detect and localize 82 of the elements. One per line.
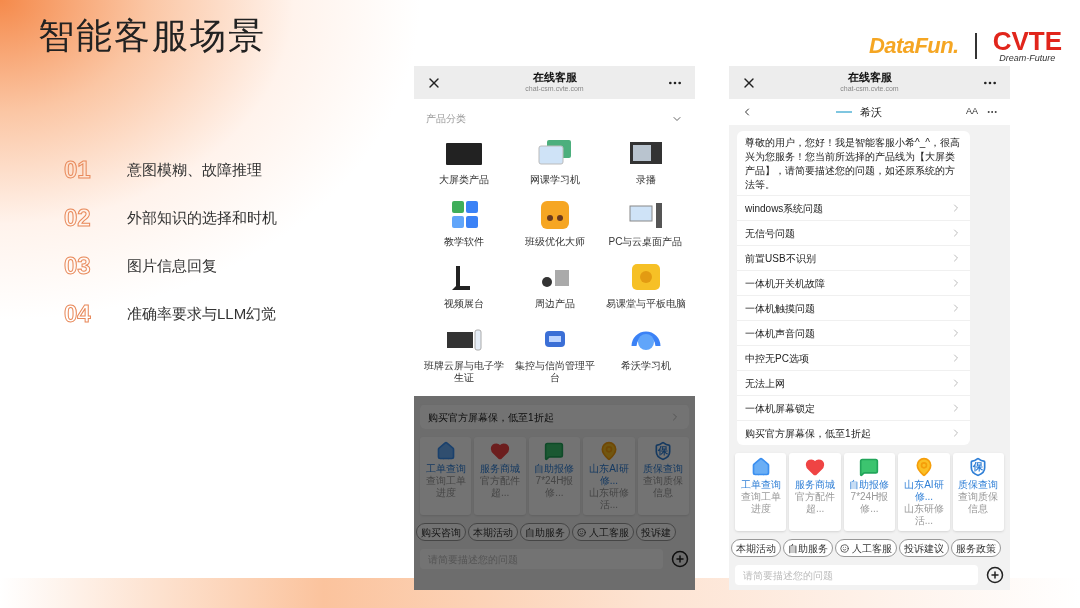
question-option[interactable]: 购买官方屏幕保，低至1折起 xyxy=(737,420,970,445)
header-title: 在线客服 xyxy=(532,71,577,85)
service-card[interactable]: 自助报修 7*24H报修... xyxy=(843,453,896,531)
quick-reply-chip[interactable]: 购买咨询 xyxy=(416,523,466,541)
question-option[interactable]: 购买官方屏幕保，低至1折起 xyxy=(420,404,689,429)
house-icon xyxy=(435,441,456,461)
service-title: 自助报修 xyxy=(534,463,575,475)
point-text: 意图模糊、故障推理 xyxy=(127,159,262,180)
shield-icon: 保 xyxy=(968,457,989,477)
plus-icon[interactable] xyxy=(986,566,1004,584)
category-item[interactable]: 易课堂与平板电脑 xyxy=(600,262,691,310)
point-text: 图片信息回复 xyxy=(127,255,217,276)
question-option[interactable]: 一体机触摸问题 xyxy=(737,295,970,320)
question-option[interactable]: 无法上网 xyxy=(737,370,970,395)
point-number: 04 xyxy=(64,302,92,326)
quick-reply-chip[interactable]: 投诉建 xyxy=(636,523,676,541)
point-number: 01 xyxy=(64,158,92,182)
service-title: 自助报修 xyxy=(849,479,890,491)
smile-icon xyxy=(577,527,586,537)
category-item[interactable]: 班级优化大师 xyxy=(509,200,600,248)
quick-reply-chip[interactable]: 自助服务 xyxy=(520,523,570,541)
logo-line-icon xyxy=(836,111,853,113)
quick-reply-chip[interactable]: 服务政策 xyxy=(951,539,1001,557)
category-item[interactable]: 网课学习机 xyxy=(509,138,600,186)
heart-icon xyxy=(805,457,826,477)
service-subtitle: 查询质保信息 xyxy=(957,491,1000,515)
bot-message: 尊敬的用户，您好！我是智能客服小希^_^，很高兴为您服务！您当前所选择的产品线为【大屏类产品】，请简要描述您的问题，如还原系统的方法等。 xyxy=(744,136,961,192)
category-item[interactable]: 希沃学习机 xyxy=(600,324,691,384)
category-item[interactable]: PC与云桌面产品 xyxy=(600,200,691,248)
cvte-logo: CVTE Dream-Future xyxy=(992,28,1062,63)
service-title: 山东AI研修... xyxy=(903,479,945,503)
heart-icon xyxy=(490,441,511,461)
question-option[interactable]: 一体机声音问题 xyxy=(737,320,970,345)
service-title: 工单查询 xyxy=(425,463,466,475)
category-item[interactable]: 教学软件 xyxy=(418,200,509,248)
service-subtitle: 山东研修活... xyxy=(902,503,945,527)
slide-title: 智能客服场景 xyxy=(38,18,266,54)
question-option[interactable]: 一体机开关机故障 xyxy=(737,270,970,295)
house-icon xyxy=(750,457,771,477)
point-text: 准确率要求与LLM幻觉 xyxy=(127,303,277,324)
chat-title: 希沃 xyxy=(860,104,883,120)
smile-icon xyxy=(840,543,849,553)
question-option[interactable]: windows系统问题 xyxy=(737,195,970,220)
question-option[interactable]: 前置USB不识别 xyxy=(737,245,970,270)
category-item[interactable]: 视频展台 xyxy=(418,262,509,310)
category-item[interactable]: 集控与信尚管理平台 xyxy=(509,324,600,384)
service-card[interactable]: 保 质保查询 查询质保信息 xyxy=(952,453,1004,531)
quick-reply-chip[interactable]: 本期活动 xyxy=(731,539,781,557)
service-subtitle: 7*24H报修... xyxy=(849,491,890,515)
quick-reply-chip[interactable]: 自助服务 xyxy=(783,539,833,557)
service-card[interactable]: 山东AI研修... 山东研修活... xyxy=(898,453,950,531)
chat-bubble-icon xyxy=(544,441,565,461)
service-card[interactable]: 服务商城 官方配件超... xyxy=(789,453,841,531)
service-subtitle: 官方配件超... xyxy=(794,491,837,515)
quick-reply-chip[interactable]: 人工客服 xyxy=(835,539,897,557)
datafun-logo: DataFun. xyxy=(868,32,959,60)
service-title: 工单查询 xyxy=(740,479,781,491)
category-item[interactable]: 班牌云屏与电子学生证 xyxy=(418,324,509,384)
question-option[interactable]: 一体机屏幕锁定 xyxy=(737,395,970,420)
point-number: 03 xyxy=(64,254,92,278)
point-text: 外部知识的选择和时机 xyxy=(127,207,277,228)
service-title: 质保查询 xyxy=(643,463,684,475)
category-item[interactable]: 周边产品 xyxy=(509,262,600,310)
font-size-button[interactable]: AA xyxy=(966,105,978,119)
service-title: 质保查询 xyxy=(958,479,999,491)
question-option[interactable]: 无信号问题 xyxy=(737,220,970,245)
point-number: 02 xyxy=(64,206,92,230)
service-card[interactable]: 工单查询 查询工单进度 xyxy=(735,453,787,531)
header-title: 在线客服 xyxy=(847,71,892,85)
category-item[interactable]: 大屏类产品 xyxy=(418,138,509,186)
service-subtitle: 查询工单进度 xyxy=(739,491,782,515)
quick-reply-chip[interactable]: 人工客服 xyxy=(572,523,634,541)
shield-icon: 保 xyxy=(653,441,674,461)
quick-reply-chip[interactable]: 本期活动 xyxy=(468,523,518,541)
service-title: 服务商城 xyxy=(795,479,836,491)
service-title: 服务商城 xyxy=(480,463,521,475)
section-label: 产品分类 xyxy=(426,112,466,126)
chat-bubble-icon xyxy=(859,457,880,477)
question-option[interactable]: 中控无PC选项 xyxy=(737,345,970,370)
quick-reply-chip[interactable]: 投诉建议 xyxy=(899,539,949,557)
service-title: 山东AI研修... xyxy=(588,463,630,487)
category-item[interactable]: 录播 xyxy=(600,138,691,186)
